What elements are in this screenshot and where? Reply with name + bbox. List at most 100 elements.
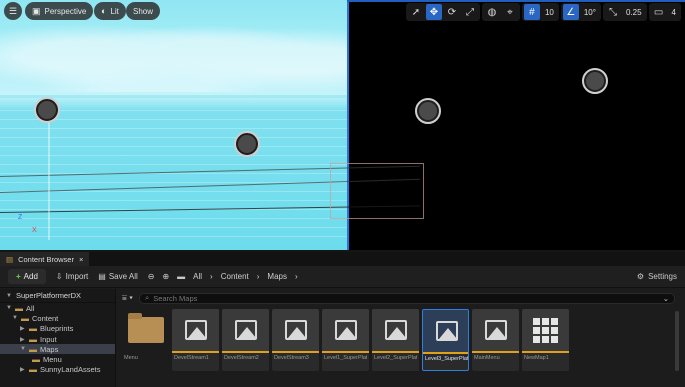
save-all-label: Save All [108,272,138,281]
level-map-icon [384,320,407,340]
asset-tile-map[interactable]: NewMap1 [522,309,569,371]
cube-icon: ▣ [32,5,41,16]
tree-item-content[interactable]: ▼ ▬ Content [0,313,115,323]
tree-item-all[interactable]: ▼ ▬ All [0,303,115,313]
asset-label: Menu [124,355,138,361]
asset-tile-level-selected[interactable]: Level3_SuperPlatformerXD [422,309,469,371]
tree-item-label: Content [32,313,59,323]
show-label: Show [133,6,154,16]
folder-icon: ▬ [29,365,37,375]
asset-tile-level[interactable]: Level2_SuperPlatformerXD [372,309,419,371]
grid-snap-toggle[interactable]: # [523,4,540,20]
save-all-button[interactable]: ▤ Save All [98,272,137,281]
tree-item-label: SunnyLandAssets [40,365,101,375]
import-label: Import [65,272,89,281]
import-button[interactable]: ⇩ Import [56,272,88,281]
filter-icon[interactable]: ⩸ ▾ [122,293,133,303]
asset-scrollbar[interactable] [675,311,679,371]
axis-gizmo: Z X [18,214,37,234]
search-placeholder: Search Maps [153,293,198,303]
level-map-icon [184,320,207,340]
viewport-menu-button[interactable]: ☰ [4,2,22,20]
surface-snap-button[interactable]: ⌖ [502,4,518,20]
asset-tile-folder-menu[interactable]: Menu [122,309,169,371]
globe-icon: ◍ [487,6,497,18]
move-icon: ✥ [429,6,439,18]
select-mode-button[interactable]: ➚ [408,4,424,20]
editor-window: Z X ☰ ▣ Perspective ◐ Lit Show ➚ ✥ ⟳ ⤢ ◍… [0,0,685,387]
bounds-box [330,163,424,219]
asset-tile-level[interactable]: MainMenu [472,309,519,371]
grid-snap-group[interactable]: # 10 [521,3,559,21]
folder-icon: ▬ [29,334,37,344]
level-map-icon [484,320,507,340]
grid-map-icon [533,317,558,343]
camera-speed-group[interactable]: ▭ 4 [648,3,681,21]
rotation-snap-toggle[interactable]: ∠ [562,4,579,20]
search-input[interactable]: ⌕ Search Maps ⌄ [139,292,675,304]
asset-tile-level[interactable]: Level1_SuperPlatformerXD [322,309,369,371]
axis-x-label: X [32,227,37,234]
asset-tile-level[interactable]: DevelStream1 [172,309,219,371]
level-map-icon [234,320,257,340]
grid-snap-value[interactable]: 10 [542,8,557,17]
perspective-button[interactable]: ▣ Perspective [25,2,94,20]
add-label: Add [23,272,38,281]
tree-item-input[interactable]: ▶ ▬ Input [0,334,115,344]
folder-icon: ▬ [29,344,37,354]
scale-snap-group[interactable]: ⤡ 0.25 [602,3,647,21]
chevron-right-icon: › [256,272,260,281]
asset-label: MainMenu [474,355,500,361]
lit-label: Lit [110,6,119,16]
tree-item-sunnylandassets[interactable]: ▶ ▬ SunnyLandAssets [0,365,115,375]
world-space-button[interactable]: ◍ [484,4,500,20]
chevron-right-icon: ▶ [20,336,25,343]
rotate-icon: ⟳ [447,6,457,18]
tree-root[interactable]: ▼ SuperPlatformerDX [0,289,115,303]
history-forward-icon[interactable]: ⊕ [162,272,169,281]
lit-button[interactable]: ◐ Lit [94,2,126,20]
close-icon[interactable]: × [79,255,83,264]
gear-icon: ⚙ [636,272,645,281]
translate-mode-button[interactable]: ✥ [425,4,442,20]
scale-icon: ⤢ [465,6,474,18]
chevron-down-icon: ▼ [20,346,26,353]
content-browser-tab[interactable]: ▤ Content Browser × [0,252,90,266]
scale-snap-toggle[interactable]: ⤡ [605,4,621,20]
tree-item-maps[interactable]: ▼ ▬ Maps [0,344,115,355]
scale-snap-value[interactable]: 0.25 [623,8,645,17]
content-browser-body: ▼ SuperPlatformerDX ▼ ▬ All ▼ ▬ Content … [0,289,685,387]
scale-mode-button[interactable]: ⤢ [462,4,478,20]
folder-icon [127,313,164,343]
content-browser: ▤ Content Browser × + Add ⇩ Import ▤ Sav… [0,252,685,387]
rotation-snap-group[interactable]: ∠ 10° [560,3,601,21]
history-back-icon[interactable]: ⊖ [148,272,155,281]
bounds-line [48,110,50,240]
asset-tile-level[interactable]: DevelStream3 [272,309,319,371]
filter-bar: ⩸ ▾ ⌕ Search Maps ⌄ [122,292,675,304]
breadcrumb-item-maps[interactable]: Maps [267,272,287,281]
asset-label: NewMap1 [524,355,549,361]
plus-icon: + [16,272,21,281]
chevron-right-icon: › [294,272,298,281]
tree-item-blueprints[interactable]: ▶ ▬ Blueprints [0,324,115,334]
level-viewport[interactable]: Z X ☰ ▣ Perspective ◐ Lit Show ➚ ✥ ⟳ ⤢ ◍… [0,0,685,250]
tree-item-menu[interactable]: ▬ Menu [0,354,115,364]
rotate-mode-button[interactable]: ⟳ [444,4,460,20]
asset-label: Level1_SuperPlatformerXD [324,355,367,361]
settings-button[interactable]: ⚙ Settings [637,272,677,281]
chevron-down-icon[interactable]: ⌄ [663,294,669,303]
asset-tile-level[interactable]: DevelStream2 [222,309,269,371]
tree-item-label: Maps [40,344,59,354]
camera-speed-button[interactable]: ▭ [651,4,667,20]
light-icon: ◐ [101,6,107,16]
asset-label: DevelStream1 [174,355,209,361]
show-button[interactable]: Show [126,2,161,20]
add-button[interactable]: + Add [8,269,46,284]
breadcrumb-item-all[interactable]: All [193,272,202,281]
asset-label: DevelStream3 [274,355,309,361]
rotation-snap-value[interactable]: 10° [581,8,599,17]
breadcrumb-item-content[interactable]: Content [221,272,249,281]
camera-speed-value[interactable]: 4 [669,8,679,17]
scale-snap-icon: ⤡ [608,6,617,18]
